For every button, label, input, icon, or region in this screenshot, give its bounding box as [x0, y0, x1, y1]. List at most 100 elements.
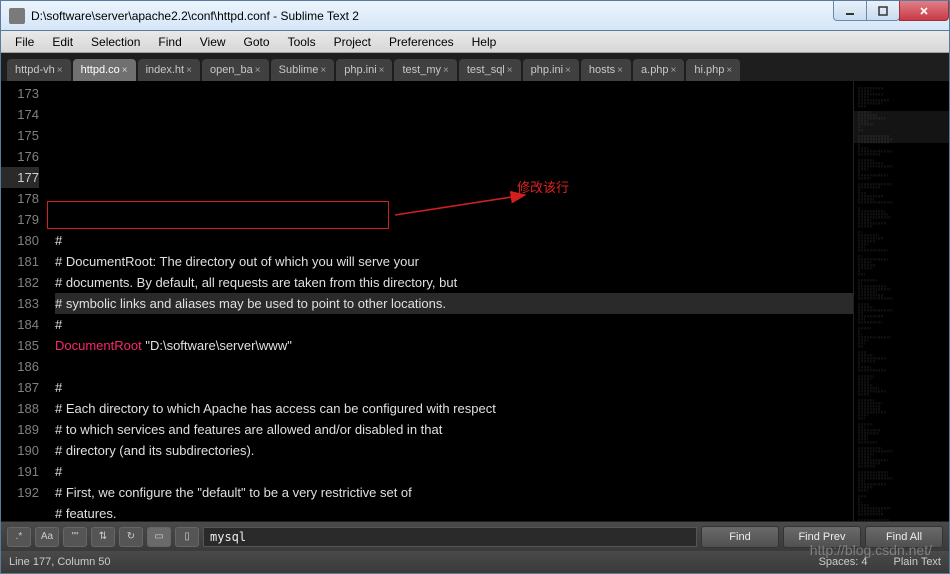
tab-close-icon[interactable]: ×: [55, 63, 67, 78]
tab-close-icon[interactable]: ×: [318, 63, 330, 78]
tab-label: open_ba: [210, 64, 253, 76]
tab-label: hi.php: [694, 64, 724, 76]
tab-5[interactable]: php.ini×: [336, 59, 392, 81]
code-line[interactable]: # Each directory to which Apache has acc…: [55, 398, 853, 419]
line-number: 189: [1, 419, 39, 440]
code-line[interactable]: DocumentRoot "D:\software\server\www": [55, 335, 853, 356]
line-number: 178: [1, 188, 39, 209]
code-line[interactable]: [55, 209, 853, 230]
tab-4[interactable]: Sublime×: [271, 59, 335, 81]
code-line[interactable]: # documents. By default, all requests ar…: [55, 272, 853, 293]
tab-10[interactable]: a.php×: [633, 59, 684, 81]
menu-find[interactable]: Find: [150, 33, 189, 51]
code-line[interactable]: # to which services and features are all…: [55, 419, 853, 440]
window-title: D:\software\server\apache2.2\conf\httpd.…: [31, 9, 834, 23]
menu-tools[interactable]: Tools: [280, 33, 324, 51]
tab-close-icon[interactable]: ×: [184, 63, 196, 78]
line-number: 179: [1, 209, 39, 230]
menu-view[interactable]: View: [192, 33, 234, 51]
tab-3[interactable]: open_ba×: [202, 59, 269, 81]
reverse-toggle-icon[interactable]: ⇅: [91, 527, 115, 547]
annotation-text: 修改该行: [517, 177, 569, 198]
code-line[interactable]: #: [55, 314, 853, 335]
tab-close-icon[interactable]: ×: [615, 63, 627, 78]
tab-close-icon[interactable]: ×: [120, 63, 132, 78]
line-number: 177: [1, 167, 39, 188]
find-input[interactable]: [203, 527, 697, 547]
indent-indicator[interactable]: Spaces: 4: [819, 556, 868, 568]
code-area[interactable]: 修改该行 ## DocumentRoot: The directory out …: [47, 81, 853, 521]
line-number: 173: [1, 83, 39, 104]
menu-goto[interactable]: Goto: [236, 33, 278, 51]
menu-preferences[interactable]: Preferences: [381, 33, 462, 51]
highlight-toggle-icon[interactable]: ▯: [175, 527, 199, 547]
tab-2[interactable]: index.ht×: [138, 59, 200, 81]
find-button[interactable]: Find: [701, 526, 779, 548]
code-line[interactable]: #: [55, 377, 853, 398]
tab-close-icon[interactable]: ×: [563, 63, 575, 78]
wrap-toggle-icon[interactable]: ↻: [119, 527, 143, 547]
case-toggle-icon[interactable]: Aa: [35, 527, 59, 547]
tab-6[interactable]: test_my×: [394, 59, 456, 81]
code-line[interactable]: # directory (and its subdirectories).: [55, 440, 853, 461]
app-icon: [9, 8, 25, 24]
status-bar: Line 177, Column 50 Spaces: 4 Plain Text: [1, 551, 949, 573]
tab-close-icon[interactable]: ×: [505, 63, 517, 78]
app-window: D:\software\server\apache2.2\conf\httpd.…: [0, 0, 950, 574]
line-number: 187: [1, 377, 39, 398]
line-number: 186: [1, 356, 39, 377]
code-line[interactable]: # features.: [55, 503, 853, 521]
code-line[interactable]: #: [55, 230, 853, 251]
line-number: 185: [1, 335, 39, 356]
tab-close-icon[interactable]: ×: [377, 63, 389, 78]
line-number: 190: [1, 440, 39, 461]
tab-1[interactable]: httpd.co×: [73, 59, 136, 81]
tab-7[interactable]: test_sql×: [459, 59, 521, 81]
tab-0[interactable]: httpd-vh×: [7, 59, 71, 81]
menu-edit[interactable]: Edit: [44, 33, 81, 51]
code-line[interactable]: #: [55, 461, 853, 482]
menu-help[interactable]: Help: [464, 33, 505, 51]
in-selection-toggle-icon[interactable]: ▭: [147, 527, 171, 547]
tab-label: hosts: [589, 64, 615, 76]
editor[interactable]: 1731741751761771781791801811821831841851…: [1, 81, 949, 521]
tab-11[interactable]: hi.php×: [686, 59, 740, 81]
tab-label: test_my: [402, 64, 441, 76]
tab-label: a.php: [641, 64, 669, 76]
tab-label: Sublime: [279, 64, 319, 76]
menu-file[interactable]: File: [7, 33, 42, 51]
whole-word-toggle-icon[interactable]: "": [63, 527, 87, 547]
find-all-button[interactable]: Find All: [865, 526, 943, 548]
line-number: 183: [1, 293, 39, 314]
tab-close-icon[interactable]: ×: [253, 63, 265, 78]
tab-8[interactable]: php.ini×: [523, 59, 579, 81]
line-number: 184: [1, 314, 39, 335]
tab-close-icon[interactable]: ×: [441, 63, 453, 78]
menubar: FileEditSelectionFindViewGotoToolsProjec…: [1, 31, 949, 53]
syntax-indicator[interactable]: Plain Text: [894, 556, 942, 568]
titlebar[interactable]: D:\software\server\apache2.2\conf\httpd.…: [1, 1, 949, 31]
menu-project[interactable]: Project: [326, 33, 379, 51]
line-number: 192: [1, 482, 39, 503]
tab-close-icon[interactable]: ×: [669, 63, 681, 78]
maximize-button[interactable]: [866, 1, 900, 21]
code-line[interactable]: # symbolic links and aliases may be used…: [55, 293, 853, 314]
code-line[interactable]: # First, we configure the "default" to b…: [55, 482, 853, 503]
find-prev-button[interactable]: Find Prev: [783, 526, 861, 548]
line-gutter: 1731741751761771781791801811821831841851…: [1, 81, 47, 521]
tab-close-icon[interactable]: ×: [724, 63, 736, 78]
minimize-button[interactable]: [833, 1, 867, 21]
close-button[interactable]: [899, 1, 949, 21]
minimap[interactable]: ▏▏▏▏▏▏▏▏▏▏▏▏▏▏▏▏▏ ▏▏▏▏▏▏▏▏▏ ▏▏▏▏▏▏▏▏▏▏▏▏…: [853, 81, 949, 521]
line-number: 176: [1, 146, 39, 167]
line-number: 174: [1, 104, 39, 125]
window-controls: [834, 1, 949, 30]
menu-selection[interactable]: Selection: [83, 33, 148, 51]
regex-toggle-icon[interactable]: .*: [7, 527, 31, 547]
line-number: 181: [1, 251, 39, 272]
tab-label: php.ini: [344, 64, 376, 76]
tab-9[interactable]: hosts×: [581, 59, 631, 81]
code-line[interactable]: [55, 356, 853, 377]
line-number: 180: [1, 230, 39, 251]
code-line[interactable]: # DocumentRoot: The directory out of whi…: [55, 251, 853, 272]
